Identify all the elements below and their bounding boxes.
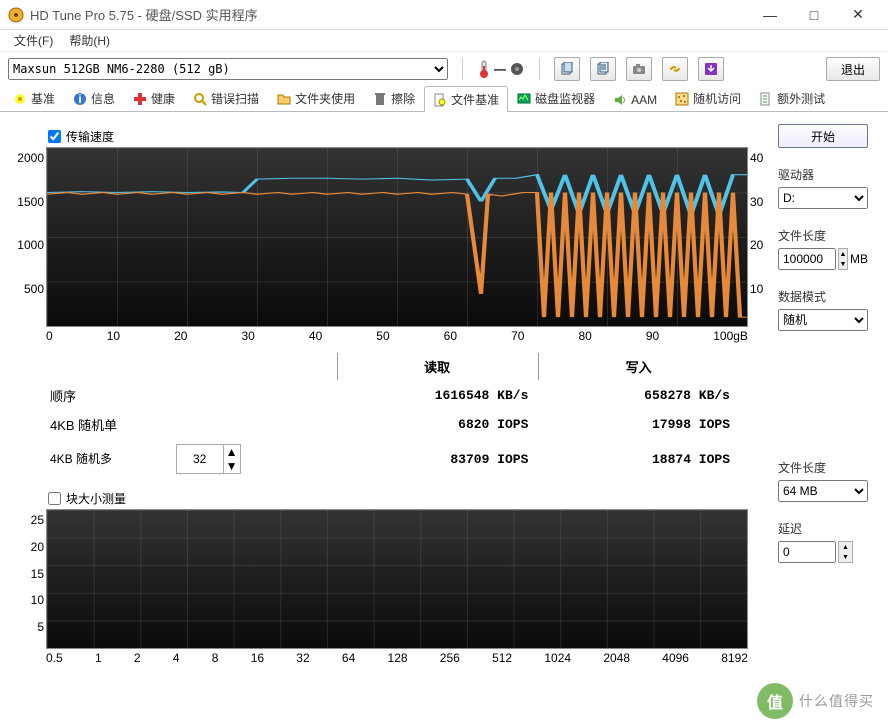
results-row-4k-single: 4KB 随机单 6820 IOPS 17998 IOPS (42, 411, 738, 438)
window-title: HD Tune Pro 5.75 - 硬盘/SSD 实用程序 (30, 5, 748, 24)
tab-info[interactable]: i信息 (64, 85, 124, 111)
tab-extra-tests[interactable]: 额外测试 (750, 85, 834, 111)
content-area: 传输速度 MB/s ms 200015001000500 40302010 (0, 112, 888, 665)
transfer-rate-header: 传输速度 (48, 128, 770, 145)
svg-text:i: i (78, 92, 81, 106)
blocksize-chart-wrap: MB/s 读取 写入 252015105 0.51248163264128256… (16, 509, 770, 665)
drive-select[interactable]: Maxsun 512GB NM6-2280 (512 gB) (8, 58, 448, 80)
fan-icon (509, 61, 525, 77)
save-button[interactable] (698, 57, 724, 81)
y-left-ticks: 200015001000500 (16, 147, 46, 325)
tab-bar: 基准 i信息 健康 错误扫描 文件夹使用 擦除 文件基准 磁盘监视器 AAM 随… (0, 86, 888, 112)
right-column: 开始 驱动器 D: 文件长度 ▲▼ MB 数据模式 随机 文件长度 64 MB … (778, 122, 878, 665)
delay-up[interactable]: ▲ (839, 542, 852, 552)
tab-aam[interactable]: AAM (604, 88, 666, 111)
title-bar: HD Tune Pro 5.75 - 硬盘/SSD 实用程序 — □ ✕ (0, 0, 888, 30)
watermark-icon: 值 (757, 683, 793, 719)
delay-down[interactable]: ▼ (839, 552, 852, 562)
tab-health[interactable]: 健康 (124, 85, 184, 111)
menu-bar: 文件(F) 帮助(H) (0, 30, 888, 52)
file-length-2-label: 文件长度 (778, 459, 878, 476)
link-button[interactable] (662, 57, 688, 81)
tab-file-benchmark[interactable]: 文件基准 (424, 86, 508, 112)
x-ticks-2: 0.512481632641282565121024204840968192 (16, 649, 770, 665)
tab-error-scan[interactable]: 错误扫描 (184, 85, 268, 111)
pattern-label: 数据模式 (778, 288, 878, 305)
temperature-group: — (477, 60, 525, 78)
drive-label: 驱动器 (778, 166, 878, 183)
watermark-text: 什么值得买 (799, 691, 874, 711)
left-column: 传输速度 MB/s ms 200015001000500 40302010 (10, 122, 770, 665)
separator (462, 58, 463, 80)
qd-up[interactable]: ▲ (224, 445, 240, 459)
blocksize-header: 块大小测量 (48, 490, 770, 507)
transfer-rate-label: 传输速度 (66, 128, 114, 145)
file-length-unit: MB (850, 252, 868, 266)
temperature-value: — (494, 62, 506, 76)
tab-random-access[interactable]: 随机访问 (666, 85, 750, 111)
drive-toolbar: Maxsun 512GB NM6-2280 (512 gB) — 退出 (0, 52, 888, 86)
menu-help[interactable]: 帮助(H) (61, 30, 118, 51)
filelen-down[interactable]: ▼ (839, 259, 847, 269)
tab-erase[interactable]: 擦除 (364, 85, 424, 111)
menu-file[interactable]: 文件(F) (6, 30, 61, 51)
drive-letter-select[interactable]: D: (778, 187, 868, 209)
app-icon (8, 7, 24, 23)
y-ticks-2: 252015105 (16, 509, 46, 647)
pattern-select[interactable]: 随机 (778, 309, 868, 331)
y-right-ticks: 40302010 (748, 147, 770, 325)
screenshot-button[interactable] (626, 57, 652, 81)
start-button[interactable]: 开始 (778, 124, 868, 148)
filelen-up[interactable]: ▲ (839, 249, 847, 259)
minimize-button[interactable]: — (748, 1, 792, 29)
transfer-chart-wrap: MB/s ms 200015001000500 40302010 0102030… (16, 147, 770, 343)
results-row-4k-multi: 4KB 随机多 ▲▼ 83709 IOPS 18874 IOPS (42, 440, 738, 478)
watermark: 值 什么值得买 (757, 683, 874, 719)
transfer-rate-checkbox[interactable] (48, 130, 61, 143)
copy-data-button[interactable] (590, 57, 616, 81)
results-row-sequential: 顺序 1616548 KB/s 658278 KB/s (42, 382, 738, 409)
thermometer-icon (477, 60, 491, 78)
separator (539, 58, 540, 80)
delay-label: 延迟 (778, 520, 878, 537)
file-length-label: 文件长度 (778, 227, 878, 244)
maximize-button[interactable]: □ (792, 1, 836, 29)
file-length-input[interactable] (778, 248, 836, 270)
blocksize-label: 块大小测量 (66, 490, 126, 507)
copy-text-button[interactable] (554, 57, 580, 81)
tab-benchmark[interactable]: 基准 (4, 85, 64, 111)
file-length-2-select[interactable]: 64 MB (778, 480, 868, 502)
window-controls: — □ ✕ (748, 1, 880, 29)
x-ticks: 0102030405060708090100gB (16, 327, 770, 343)
transfer-chart (46, 147, 748, 327)
col-read: 读取 (337, 353, 537, 380)
blocksize-chart (46, 509, 748, 649)
results-table: 读取 写入 顺序 1616548 KB/s 658278 KB/s 4KB 随机… (40, 351, 740, 480)
exit-button[interactable]: 退出 (826, 57, 880, 81)
col-write: 写入 (538, 353, 738, 380)
queue-depth-input[interactable] (177, 445, 223, 473)
close-button[interactable]: ✕ (836, 1, 880, 29)
qd-down[interactable]: ▼ (224, 459, 240, 473)
delay-input[interactable] (778, 541, 836, 563)
tab-folder-usage[interactable]: 文件夹使用 (268, 85, 364, 111)
blocksize-checkbox[interactable] (48, 492, 61, 505)
tab-disk-monitor[interactable]: 磁盘监视器 (508, 85, 604, 111)
